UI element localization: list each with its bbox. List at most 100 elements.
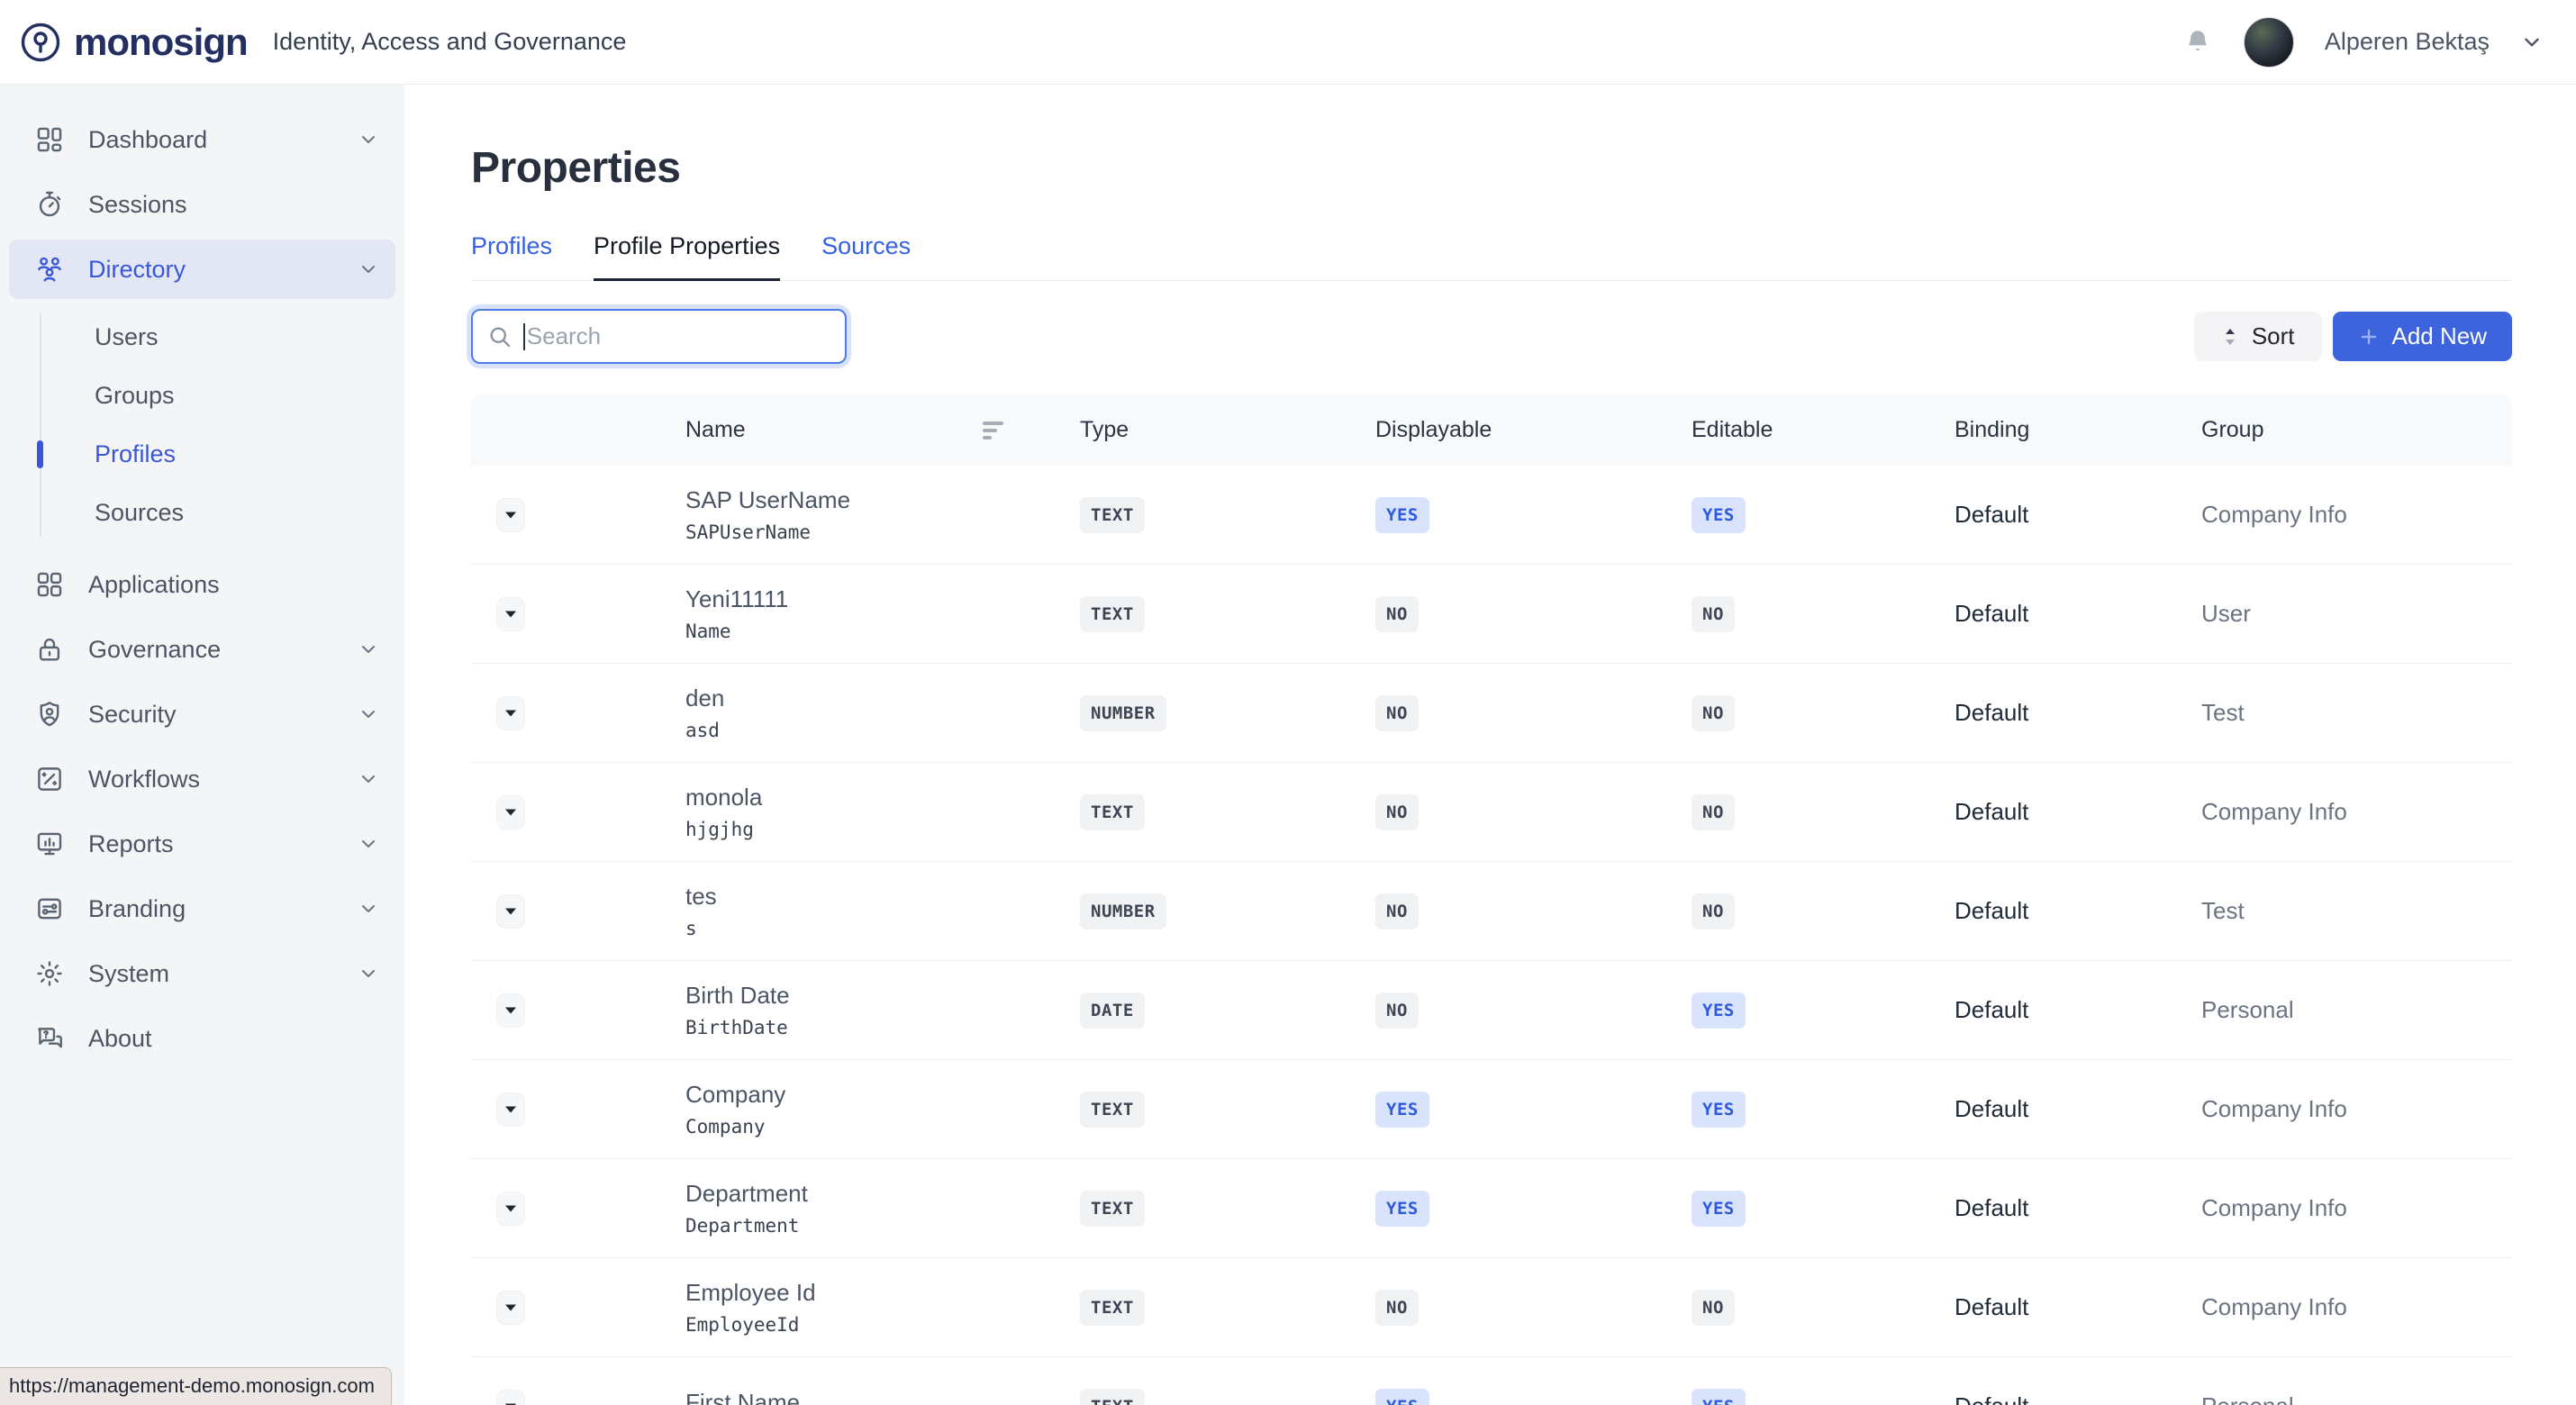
type-badge: TEXT xyxy=(1080,794,1145,830)
type-badge: NUMBER xyxy=(1080,893,1166,929)
row-actions-dropdown-button[interactable] xyxy=(496,795,525,829)
editable-badge: NO xyxy=(1692,596,1735,632)
chevron-down-icon xyxy=(358,258,379,280)
sidebar-item-applications[interactable]: Applications xyxy=(9,555,395,614)
row-actions-dropdown-button[interactable] xyxy=(496,1092,525,1127)
sort-arrows-icon xyxy=(2221,326,2239,348)
add-new-button[interactable]: Add New xyxy=(2333,312,2513,361)
sidebar-item-governance[interactable]: Governance xyxy=(9,620,395,679)
type-badge: TEXT xyxy=(1080,1092,1145,1128)
row-actions-dropdown-button[interactable] xyxy=(496,1390,525,1405)
binding-value: Default xyxy=(1955,1392,2201,1405)
row-actions-dropdown-button[interactable] xyxy=(496,1192,525,1226)
property-code: BirthDate xyxy=(685,1017,1080,1038)
editable-badge: YES xyxy=(1692,1191,1746,1227)
workflow-icon xyxy=(34,764,65,794)
property-code: asd xyxy=(685,720,1080,741)
header-name[interactable]: Name xyxy=(685,417,1080,443)
row-actions-dropdown-button[interactable] xyxy=(496,1291,525,1325)
notifications-bell-icon[interactable] xyxy=(2182,27,2213,58)
type-badge: TEXT xyxy=(1080,1389,1145,1405)
table-row: Yeni11111Name TEXT NO NO Default User xyxy=(471,564,2512,663)
sidebar-item-system[interactable]: System xyxy=(9,944,395,1003)
sidebar-item-label: Security xyxy=(88,701,177,729)
plus-icon xyxy=(2358,326,2380,348)
chevron-down-icon xyxy=(358,833,379,855)
type-badge: DATE xyxy=(1080,993,1145,1029)
editable-badge: YES xyxy=(1692,1092,1746,1128)
property-code: Name xyxy=(685,621,1080,642)
report-monitor-icon xyxy=(34,829,65,859)
sidebar-item-directory[interactable]: Directory xyxy=(9,240,395,299)
property-code: hjgjhg xyxy=(685,819,1080,840)
user-menu-chevron-icon[interactable] xyxy=(2520,31,2544,54)
caret-down-icon xyxy=(504,1105,517,1114)
table-row: DepartmentDepartment TEXT YES YES Defaul… xyxy=(471,1158,2512,1257)
editable-badge: YES xyxy=(1692,993,1746,1029)
displayable-badge: NO xyxy=(1375,695,1419,731)
chevron-down-icon xyxy=(358,639,379,660)
add-new-button-label: Add New xyxy=(2392,322,2488,350)
binding-value: Default xyxy=(1955,996,2201,1024)
sort-button-label: Sort xyxy=(2252,322,2295,350)
type-badge: TEXT xyxy=(1080,596,1145,632)
row-actions-dropdown-button[interactable] xyxy=(496,696,525,730)
editable-badge: NO xyxy=(1692,794,1735,830)
binding-value: Default xyxy=(1955,501,2201,529)
row-actions-dropdown-button[interactable] xyxy=(496,993,525,1028)
tab-profiles[interactable]: Profiles xyxy=(471,232,552,280)
app-screen: monosign Identity, Access and Governance… xyxy=(0,0,2576,1405)
chat-question-icon xyxy=(34,1023,65,1054)
sidebar-item-dashboard[interactable]: Dashboard xyxy=(9,110,395,169)
group-value: Company Info xyxy=(2201,1293,2512,1321)
search-box xyxy=(471,309,847,364)
search-input[interactable] xyxy=(527,322,830,350)
tab-profile-properties[interactable]: Profile Properties xyxy=(594,232,780,280)
sidebar-item-sources[interactable]: Sources xyxy=(0,484,404,542)
sidebar-item-about[interactable]: About xyxy=(9,1009,395,1068)
sidebar: Dashboard Sessions Directory xyxy=(0,84,404,1405)
group-value: Test xyxy=(2201,699,2512,727)
sidebar-item-users[interactable]: Users xyxy=(0,308,404,367)
sort-button[interactable]: Sort xyxy=(2194,312,2322,361)
displayable-badge: YES xyxy=(1375,1191,1429,1227)
sub-item-label: Groups xyxy=(95,382,175,410)
caret-down-icon xyxy=(504,1402,517,1405)
group-value: Company Info xyxy=(2201,1194,2512,1222)
property-code: s xyxy=(685,918,1080,939)
sidebar-item-workflows[interactable]: Workflows xyxy=(9,749,395,809)
sidebar-item-branding[interactable]: Branding xyxy=(9,879,395,938)
editable-badge: YES xyxy=(1692,1389,1746,1405)
header-binding: Binding xyxy=(1955,417,2201,443)
sidebar-item-sessions[interactable]: Sessions xyxy=(9,175,395,234)
user-avatar[interactable] xyxy=(2244,17,2294,68)
type-badge: NUMBER xyxy=(1080,695,1166,731)
row-actions-dropdown-button[interactable] xyxy=(496,498,525,532)
apps-grid-icon xyxy=(34,569,65,600)
sidebar-item-label: Dashboard xyxy=(88,126,207,154)
tab-sources[interactable]: Sources xyxy=(821,232,911,280)
column-sort-icon[interactable] xyxy=(983,422,1003,440)
property-name: Department xyxy=(685,1180,1080,1208)
chevron-down-icon xyxy=(358,129,379,150)
displayable-badge: NO xyxy=(1375,1290,1419,1326)
caret-down-icon xyxy=(504,511,517,520)
table-body: SAP UserNameSAPUserName TEXT YES YES Def… xyxy=(471,466,2512,1405)
row-actions-dropdown-button[interactable] xyxy=(496,894,525,929)
property-name: monola xyxy=(685,784,1080,811)
editable-badge: YES xyxy=(1692,497,1746,533)
brand-logo[interactable]: monosign Identity, Access and Governance xyxy=(0,21,626,64)
sidebar-item-reports[interactable]: Reports xyxy=(9,814,395,874)
property-name: tes xyxy=(685,883,1080,911)
displayable-badge: NO xyxy=(1375,893,1419,929)
chevron-down-icon xyxy=(358,703,379,725)
sidebar-item-security[interactable]: Security xyxy=(9,684,395,744)
type-badge: TEXT xyxy=(1080,1290,1145,1326)
table-row: denasd NUMBER NO NO Default Test xyxy=(471,663,2512,762)
row-actions-dropdown-button[interactable] xyxy=(496,597,525,631)
sidebar-item-groups[interactable]: Groups xyxy=(0,367,404,425)
sidebar-item-profiles[interactable]: Profiles xyxy=(0,425,404,484)
type-badge: TEXT xyxy=(1080,497,1145,533)
binding-value: Default xyxy=(1955,1194,2201,1222)
table-row: CompanyCompany TEXT YES YES Default Comp… xyxy=(471,1059,2512,1158)
